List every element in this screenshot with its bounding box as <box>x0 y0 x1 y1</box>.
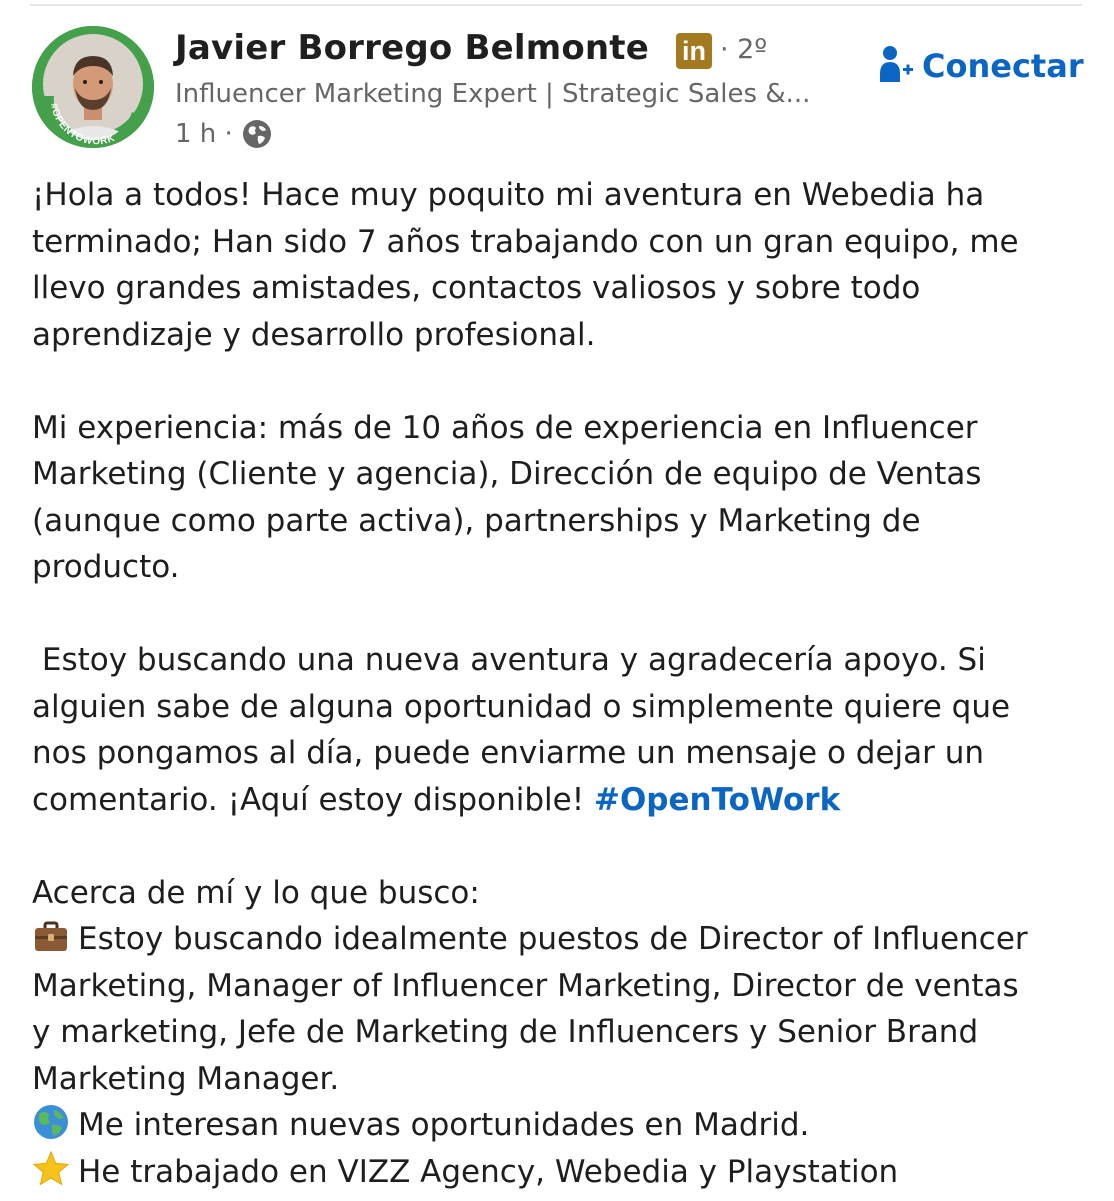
top-divider <box>30 4 1082 6</box>
text-line: Marketing Manager. <box>32 1060 340 1097</box>
text-line: y marketing, Jefe de Marketing de Influe… <box>32 1014 979 1050</box>
text-line-with-hashtag: comentario. ¡Aquí estoy disponible! #Ope… <box>32 777 1092 824</box>
post-paragraph-intro: ¡Hola a todos! Hace muy poquito mi avent… <box>32 172 1092 358</box>
post-meta: 1 h · <box>175 118 273 150</box>
text-line: Marketing, Manager of Influencer Marketi… <box>32 967 1019 1004</box>
bullet-line: Me interesan nuevas oportunidades en Mad… <box>32 1102 1092 1149</box>
bullet-line: Estoy buscando idealmente puestos de Dir… <box>32 916 1092 963</box>
text-line: (aunque como parte activa), partnerships… <box>32 502 921 539</box>
connect-label: Conectar <box>922 47 1084 85</box>
text-line: Marketing (Cliente y agencia), Dirección… <box>32 456 982 492</box>
text-line: comentario. ¡Aquí estoy disponible! <box>32 781 594 818</box>
globe-emoji-icon <box>32 1103 70 1141</box>
post-body: ¡Hola a todos! Hace muy poquito mi avent… <box>32 172 1092 1195</box>
briefcase-icon <box>32 917 70 955</box>
post-paragraph-experience: Mi experiencia: más de 10 años de experi… <box>32 405 1092 591</box>
add-person-icon <box>878 44 914 88</box>
avatar-photo: #OPENTOWORK <box>32 26 154 148</box>
globe-icon <box>241 118 273 150</box>
about-heading: Acerca de mí y lo que busco: <box>32 874 480 911</box>
hashtag-opentowork-link[interactable]: #OpenToWork <box>594 782 840 818</box>
text-line: llevo grandes amistades, contactos valio… <box>32 270 921 306</box>
text-line: nos pongamos al día, puede enviarme un m… <box>32 735 985 771</box>
text-line: Me interesan nuevas oportunidades en Mad… <box>78 1107 810 1143</box>
connect-button[interactable]: Conectar <box>878 44 1084 88</box>
text-line: He trabajado en VIZZ Agency, Webedia y P… <box>78 1153 899 1190</box>
star-icon <box>32 1150 70 1188</box>
text-line: alguien sabe de alguna oportunidad o sim… <box>32 688 1011 725</box>
text-line: Mi experiencia: más de 10 años de experi… <box>32 409 978 446</box>
text-line: Estoy buscando una nueva aventura y agra… <box>32 642 986 678</box>
text-line: terminado; Han sido 7 años trabajando co… <box>32 223 1019 260</box>
author-name[interactable]: Javier Borrego Belmonte <box>175 28 649 68</box>
author-avatar[interactable]: #OPENTOWORK <box>32 26 154 148</box>
text-line: producto. <box>32 549 180 585</box>
linkedin-premium-badge: in <box>676 33 712 69</box>
post-paragraph-about: Acerca de mí y lo que busco: Estoy busca… <box>32 870 1092 1196</box>
post-time: 1 h · <box>175 119 233 149</box>
post-paragraph-request: Estoy buscando una nueva aventura y agra… <box>32 637 1092 823</box>
connection-degree: · 2º <box>720 34 768 65</box>
author-headline[interactable]: Influencer Marketing Expert | Strategic … <box>175 79 810 109</box>
text-line: aprendizaje y desarrollo profesional. <box>32 316 596 353</box>
text-line: Estoy buscando idealmente puestos de Dir… <box>78 921 1028 957</box>
text-line: ¡Hola a todos! Hace muy poquito mi avent… <box>32 177 985 213</box>
bullet-line: He trabajado en VIZZ Agency, Webedia y P… <box>32 1149 1092 1196</box>
